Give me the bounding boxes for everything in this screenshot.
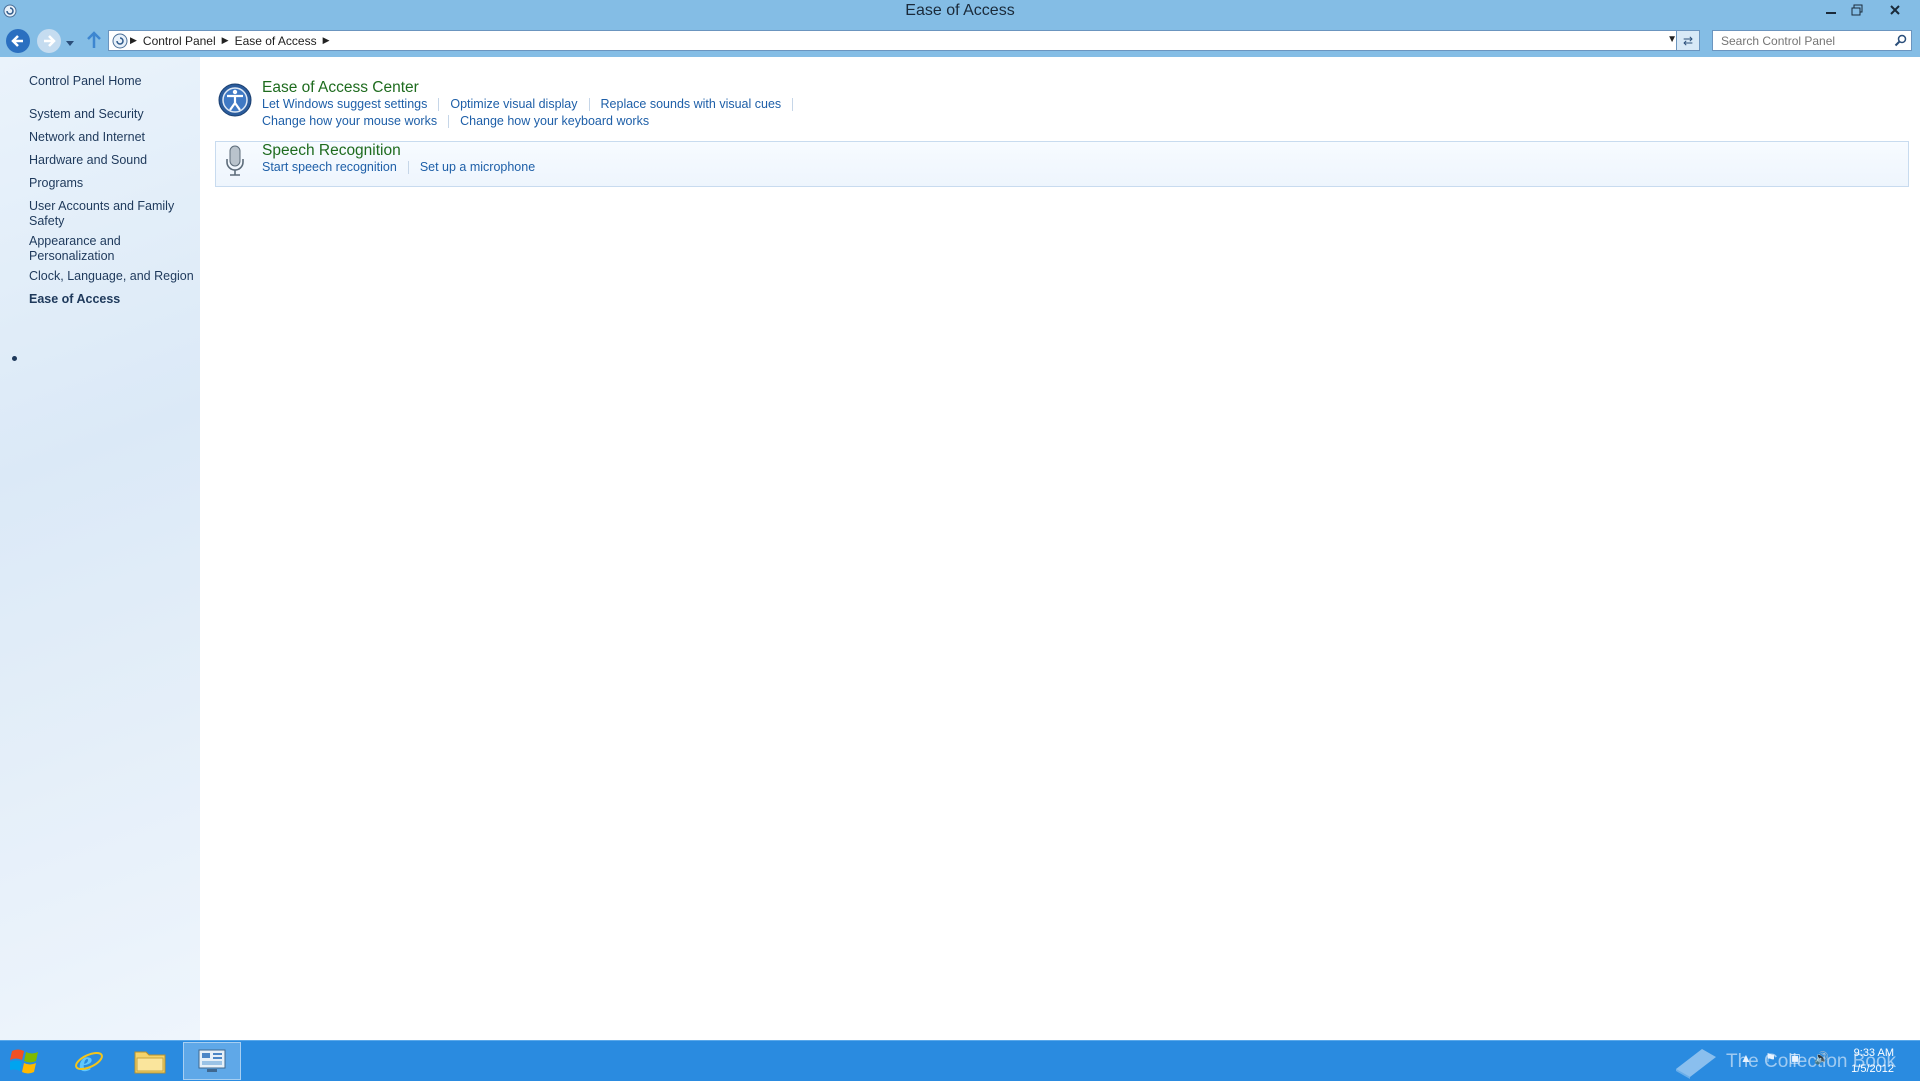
control-panel-icon — [112, 33, 128, 48]
ease-of-access-center-title[interactable]: Ease of Access Center — [262, 79, 419, 97]
forward-button[interactable] — [37, 29, 61, 53]
ease-of-access-links-row2: Change how your mouse works Change how yo… — [262, 114, 649, 129]
speech-recognition-links: Start speech recognition Set up a microph… — [262, 160, 535, 175]
back-button[interactable] — [6, 29, 30, 53]
sidebar-item-clock-language-region[interactable]: Clock, Language, and Region — [29, 269, 199, 284]
sidebar-item-network-and-internet[interactable]: Network and Internet — [29, 130, 189, 145]
volume-icon[interactable]: 🔊 — [1814, 1051, 1829, 1065]
link-divider — [792, 98, 794, 112]
optimize-visual-display-link[interactable]: Optimize visual display — [450, 97, 577, 111]
start-button[interactable] — [8, 1047, 40, 1078]
link-divider — [448, 115, 450, 129]
sidebar-item-user-accounts[interactable]: User Accounts and Family Safety — [29, 199, 179, 229]
close-button[interactable] — [1880, 0, 1910, 20]
title-bar: Ease of Access — [0, 0, 1920, 25]
close-icon — [1890, 5, 1900, 15]
refresh-icon: ⇄ — [1682, 33, 1694, 48]
control-panel-home-link[interactable]: Control Panel Home — [29, 74, 189, 89]
breadcrumb-control-panel[interactable]: Control Panel — [143, 34, 216, 48]
up-arrow-icon — [87, 31, 101, 48]
control-panel-icon — [198, 1049, 226, 1072]
ease-of-access-center-group: Ease of Access Center Let Windows sugges… — [216, 77, 1016, 137]
start-speech-recognition-link[interactable]: Start speech recognition — [262, 160, 397, 174]
sidebar-item-system-and-security[interactable]: System and Security — [29, 107, 189, 122]
clock-time: 9:33 AM — [1853, 1047, 1894, 1059]
back-arrow-icon — [11, 35, 23, 47]
taskbar: e The Collection Book ▲ ⚑ ▣ 🔊 9:33 AM 1/… — [0, 1040, 1920, 1081]
window-title: Ease of Access — [905, 2, 1015, 19]
recent-pages-dropdown[interactable] — [66, 35, 74, 50]
folder-icon — [134, 1051, 166, 1074]
search-icon[interactable] — [1894, 34, 1907, 47]
up-button[interactable] — [86, 31, 102, 52]
ease-of-access-icon[interactable] — [218, 83, 252, 117]
link-divider — [588, 98, 590, 112]
breadcrumb-separator[interactable]: ▶ — [323, 35, 330, 46]
breadcrumb-separator[interactable]: ▶ — [130, 35, 137, 46]
speech-recognition-title[interactable]: Speech Recognition — [262, 142, 401, 160]
taskbar-control-panel[interactable] — [183, 1042, 241, 1080]
breadcrumb-separator[interactable]: ▶ — [222, 35, 229, 46]
current-page-bullet — [12, 356, 17, 361]
microphone-icon[interactable] — [218, 144, 252, 178]
ease-of-access-links-row1: Let Windows suggest settings Optimize vis… — [262, 97, 804, 112]
taskbar-internet-explorer[interactable]: e — [60, 1042, 118, 1080]
link-divider — [438, 98, 440, 112]
change-mouse-link[interactable]: Change how your mouse works — [262, 114, 437, 128]
restore-icon — [1851, 4, 1863, 16]
main-content: Ease of Access Center Let Windows sugges… — [200, 57, 1920, 1040]
sidebar-item-programs[interactable]: Programs — [29, 176, 189, 191]
breadcrumb-ease-of-access[interactable]: Ease of Access — [235, 34, 317, 48]
change-keyboard-link[interactable]: Change how your keyboard works — [460, 114, 649, 128]
let-windows-suggest-settings-link[interactable]: Let Windows suggest settings — [262, 97, 427, 111]
refresh-button[interactable]: ⇄ — [1676, 30, 1700, 51]
minimize-button[interactable] — [1818, 0, 1844, 20]
set-up-microphone-link[interactable]: Set up a microphone — [420, 160, 535, 174]
windows-logo-icon — [8, 1049, 38, 1074]
internet-explorer-icon: e — [75, 1046, 103, 1076]
svg-text:e: e — [79, 1046, 92, 1076]
minimize-icon — [1826, 12, 1836, 14]
show-hidden-icons-icon[interactable]: ▲ — [1740, 1051, 1752, 1065]
taskbar-file-explorer[interactable] — [121, 1042, 179, 1080]
address-bar[interactable]: ▶ Control Panel ▶ Ease of Access ▶ ▼ — [108, 30, 1684, 51]
book-icon — [1676, 1049, 1716, 1079]
sidebar-item-ease-of-access: Ease of Access — [29, 292, 121, 306]
clock[interactable]: 9:33 AM 1/5/2012 — [1836, 1045, 1894, 1077]
replace-sounds-link[interactable]: Replace sounds with visual cues — [601, 97, 782, 111]
clock-date: 1/5/2012 — [1851, 1063, 1894, 1075]
sidebar-item-appearance[interactable]: Appearance and Personalization — [29, 234, 139, 264]
sidebar-item-hardware-and-sound[interactable]: Hardware and Sound — [29, 153, 189, 168]
navigation-bar: ▶ Control Panel ▶ Ease of Access ▶ ▼ ⇄ — [0, 25, 1920, 57]
link-divider — [407, 161, 409, 175]
search-input[interactable] — [1713, 31, 1891, 50]
speech-recognition-group: Speech Recognition Start speech recognit… — [216, 140, 1016, 186]
network-icon[interactable]: ▣ — [1789, 1051, 1800, 1065]
system-tray: ▲ ⚑ ▣ 🔊 — [1740, 1051, 1829, 1065]
forward-arrow-icon — [44, 35, 56, 47]
left-navigation-pane: Control Panel Home System and Security N… — [0, 57, 200, 1040]
maximize-button[interactable] — [1844, 0, 1870, 20]
chevron-down-icon — [66, 41, 74, 46]
action-center-flag-icon[interactable]: ⚑ — [1765, 1051, 1776, 1065]
search-box[interactable] — [1712, 30, 1912, 51]
